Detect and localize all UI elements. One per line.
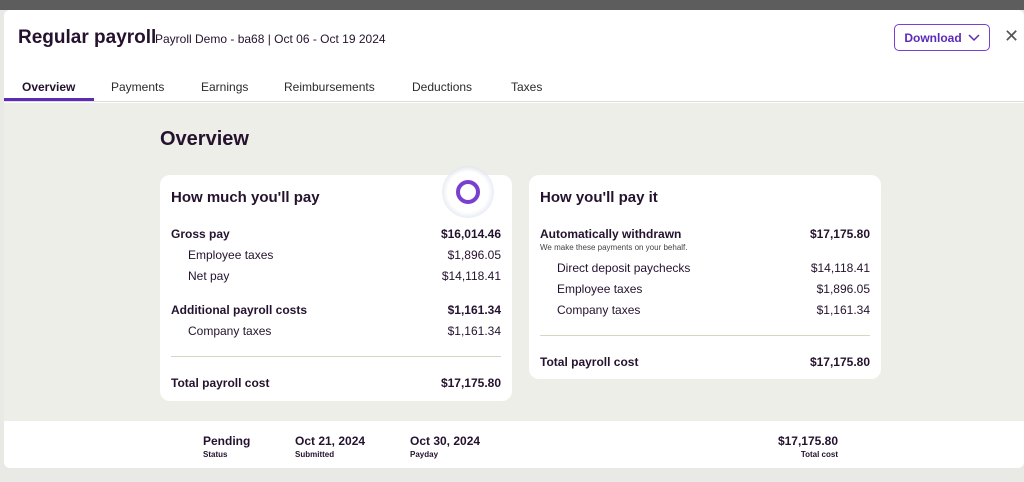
how-pay-it-card: How you'll pay it Automatically withdraw… [529,175,881,379]
row-label: Gross pay [171,227,230,241]
status-label: Status [203,450,228,459]
row-label: Company taxes [557,303,641,317]
submitted-summary: Oct 21, 2024 Submitted [295,434,365,459]
row-label: Additional payroll costs [171,303,308,317]
row-value: $1,161.34 [447,324,501,338]
download-button[interactable]: Download [894,24,990,51]
row-value: $16,014.46 [440,227,501,241]
card-title: How you'll pay it [540,189,658,206]
tab-earnings[interactable]: Earnings [201,80,248,102]
gross-pay-row: Gross pay $16,014.46 [171,227,501,243]
payday-value: Oct 30, 2024 [410,434,481,448]
payday-label: Payday [410,450,439,459]
status-summary: Pending Status [203,434,250,459]
tab-reimbursements[interactable]: Reimbursements [284,80,375,102]
payroll-modal: Regular payroll Payroll Demo - ba68 | Oc… [4,10,1024,468]
direct-deposit-row: Direct deposit paychecks $14,118.41 [540,261,870,277]
row-value: $17,175.80 [809,355,870,369]
active-tab-indicator [4,98,94,101]
row-value: $1,896.05 [816,282,870,296]
row-value: $17,175.80 [809,227,870,241]
tab-payments[interactable]: Payments [111,80,164,102]
card-title: How much you'll pay [171,189,320,206]
row-label: Employee taxes [188,248,274,262]
withdrawn-note: We make these payments on your behalf. [540,243,688,252]
download-label: Download [904,30,962,45]
row-value: $17,175.80 [440,376,501,390]
status-value: Pending [203,434,251,448]
row-label: Automatically withdrawn [540,227,682,241]
tab-bar: Overview Payments Earnings Reimbursement… [4,76,1024,102]
payroll-period-subtitle: Payroll Demo - ba68 | Oct 06 - Oct 19 20… [155,32,386,46]
page-title: Regular payroll [18,27,157,48]
row-label: Total payroll cost [540,355,639,369]
row-label: Direct deposit paychecks [557,261,691,275]
total-cost-summary: $17,175.80 Total cost [764,434,838,459]
total-cost-value: $17,175.80 [777,434,838,448]
section-title: Overview [160,128,249,150]
backdrop-bar [0,0,1024,10]
total-cost-label: Total cost [800,450,838,459]
tab-deductions[interactable]: Deductions [412,80,472,102]
payroll-summary-footer: Pending Status Oct 21, 2024 Submitted Oc… [4,424,1024,468]
additional-costs-row: Additional payroll costs $1,161.34 [171,303,501,319]
total-payroll-cost-row: Total payroll cost $17,175.80 [540,355,870,371]
row-value: $1,896.05 [447,248,501,262]
tab-taxes[interactable]: Taxes [511,80,542,102]
submitted-label: Submitted [295,450,335,459]
row-label: Employee taxes [557,282,643,296]
overview-content: Overview How much you'll pay Gross pay $… [4,103,1024,421]
employee-taxes-row: Employee taxes $1,896.05 [171,248,501,264]
payday-summary: Oct 30, 2024 Payday [410,434,480,459]
submitted-value: Oct 21, 2024 [295,434,366,448]
divider [540,335,870,336]
row-value: $14,118.41 [441,269,501,283]
chevron-down-icon [968,33,980,41]
net-pay-row: Net pay $14,118.41 [171,269,501,285]
auto-withdrawn-row: Automatically withdrawn $17,175.80 [540,227,870,243]
row-value: $1,161.34 [447,303,501,317]
loading-spinner [442,166,494,218]
company-taxes-row: Company taxes $1,161.34 [171,324,501,340]
row-label: Net pay [188,269,230,283]
modal-header: Regular payroll Payroll Demo - ba68 | Oc… [4,10,1024,68]
employee-taxes-row: Employee taxes $1,896.05 [540,282,870,298]
company-taxes-row: Company taxes $1,161.34 [540,303,870,319]
total-payroll-cost-row: Total payroll cost $17,175.80 [171,376,501,392]
row-label: Total payroll cost [171,376,270,390]
row-value: $1,161.34 [816,303,870,317]
row-label: Company taxes [188,324,272,338]
spinner-ring-icon [456,180,480,204]
close-icon[interactable]: ✕ [1004,24,1019,48]
divider [171,356,501,357]
row-value: $14,118.41 [810,261,870,275]
